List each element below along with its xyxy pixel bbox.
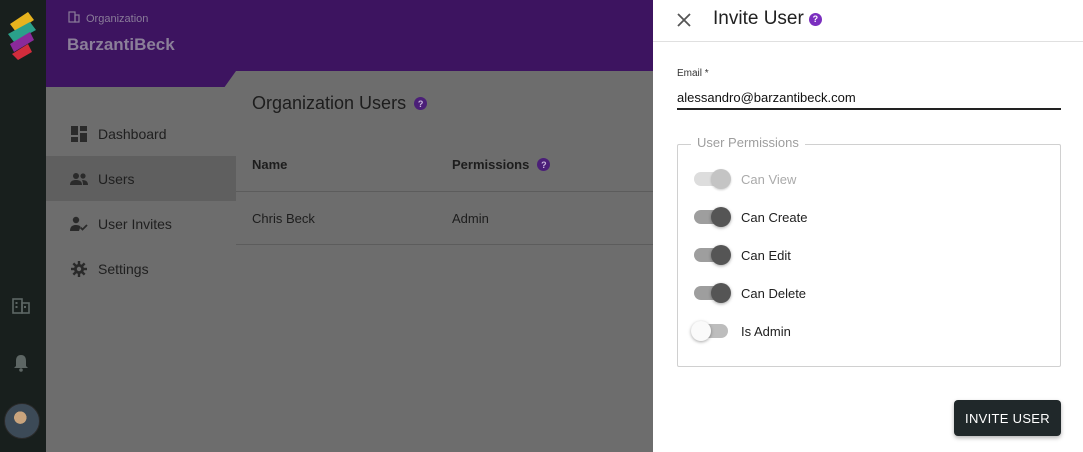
sidebar-item-dashboard[interactable]: Dashboard <box>46 111 236 156</box>
sidebar-item-users[interactable]: Users <box>46 156 236 201</box>
column-header-name[interactable]: Name <box>252 157 287 172</box>
toggle-switch[interactable] <box>691 321 731 341</box>
help-icon[interactable]: ? <box>808 12 822 26</box>
building-icon <box>68 11 80 26</box>
page-title-text: Organization Users <box>252 93 407 113</box>
bell-icon[interactable] <box>11 353 31 373</box>
column-header-label: Name <box>252 157 288 172</box>
org-name: BarzantiBeck <box>67 35 175 54</box>
permission-label: Is Admin <box>741 323 791 339</box>
help-icon[interactable]: ? <box>537 158 551 171</box>
permission-label: Can Edit <box>741 247 791 263</box>
toggle-switch <box>691 169 731 189</box>
toggle-switch[interactable] <box>691 283 731 303</box>
page-title: Organization Users ? <box>252 93 428 114</box>
org-header: Organization BarzantiBeck <box>46 0 653 71</box>
divider <box>236 191 653 192</box>
drawer-title: Invite User ? <box>713 8 822 30</box>
close-icon <box>677 13 691 27</box>
org-caption: Organization <box>68 11 148 26</box>
toggle-switch[interactable] <box>691 207 731 227</box>
divider <box>236 244 653 245</box>
permission-label: Can Delete <box>741 285 807 301</box>
permission-can-view: Can View <box>691 169 796 189</box>
email-label: Email * <box>677 68 709 79</box>
app-logo <box>8 12 36 60</box>
sidebar-item-user-invites[interactable]: User Invites <box>46 201 236 246</box>
dashboard-icon <box>70 125 88 143</box>
building-icon[interactable] <box>11 295 31 315</box>
app-rail <box>0 0 46 452</box>
permissions-legend: User Permissions <box>691 135 805 150</box>
column-header-label: Permissions <box>452 157 530 172</box>
cell-name: Chris Beck <box>252 211 315 226</box>
close-button[interactable] <box>673 9 695 31</box>
permission-can-delete[interactable]: Can Delete <box>691 283 806 303</box>
sidebar-nav: Dashboard Users User Invites Settings <box>46 111 236 291</box>
sidebar-item-label: Users <box>98 170 135 187</box>
person-check-icon <box>70 215 88 233</box>
gear-icon <box>70 260 88 278</box>
cell-permissions: Admin <box>452 211 489 226</box>
invite-user-button[interactable]: INVITE USER <box>954 400 1061 436</box>
drawer-header: Invite User ? <box>653 0 1083 42</box>
org-caption-label: Organization <box>86 12 149 25</box>
sidebar-item-label: Dashboard <box>98 125 167 142</box>
column-header-permissions[interactable]: Permissions ? <box>452 157 551 172</box>
main-app: Organization BarzantiBeck Dashboard User… <box>46 0 653 452</box>
permission-label: Can Create <box>741 209 808 225</box>
permission-label: Can View <box>741 171 797 187</box>
org-header-wedge <box>46 71 236 87</box>
toggle-switch[interactable] <box>691 245 731 265</box>
permission-can-edit[interactable]: Can Edit <box>691 245 791 265</box>
people-icon <box>70 170 88 188</box>
avatar[interactable] <box>4 403 40 439</box>
email-field[interactable] <box>677 86 1061 110</box>
permission-can-create[interactable]: Can Create <box>691 207 807 227</box>
sidebar-item-label: User Invites <box>98 215 172 232</box>
sidebar-item-settings[interactable]: Settings <box>46 246 236 291</box>
invite-user-drawer: Invite User ? Email * User Permissions C… <box>653 0 1083 452</box>
permission-is-admin[interactable]: Is Admin <box>691 321 791 341</box>
drawer-title-text: Invite User <box>713 8 804 29</box>
sidebar-item-label: Settings <box>98 260 149 277</box>
help-icon[interactable]: ? <box>414 97 428 110</box>
